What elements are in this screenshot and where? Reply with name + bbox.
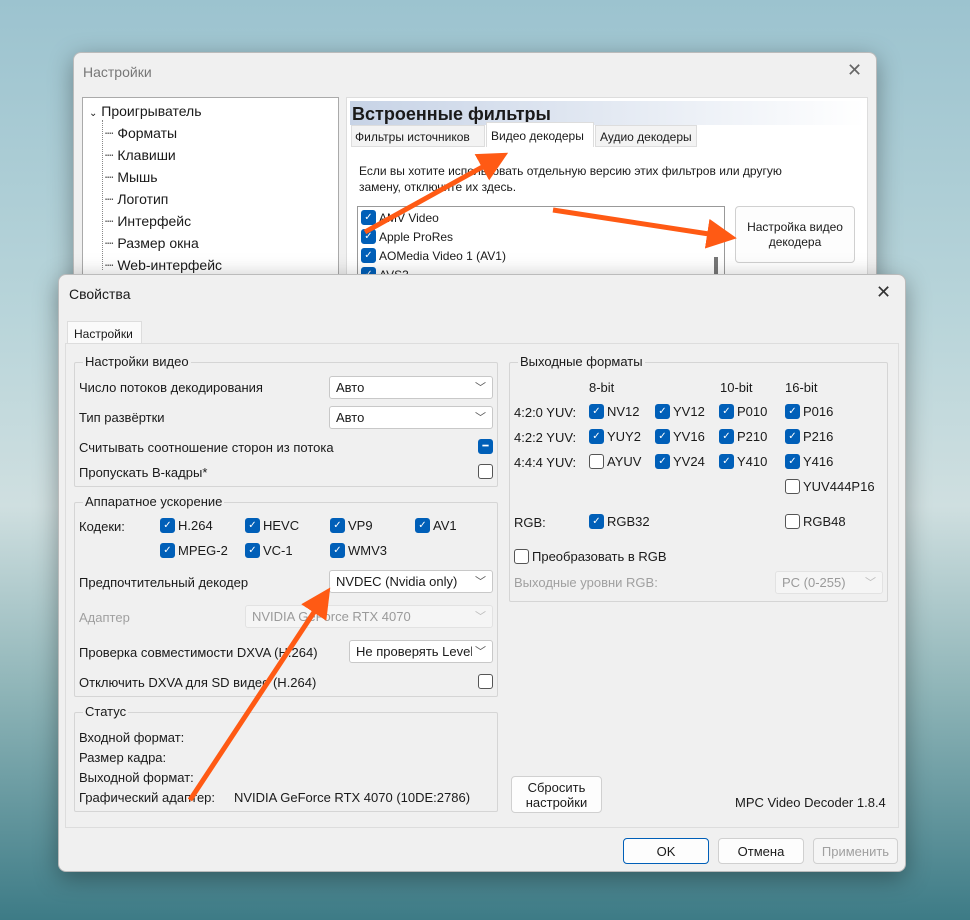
arrow-to-video-decoders-tab — [363, 152, 509, 235]
arrow-to-decoder-select — [187, 587, 331, 802]
annotation-arrows — [187, 152, 737, 802]
arrow-to-configure-button — [552, 207, 737, 249]
